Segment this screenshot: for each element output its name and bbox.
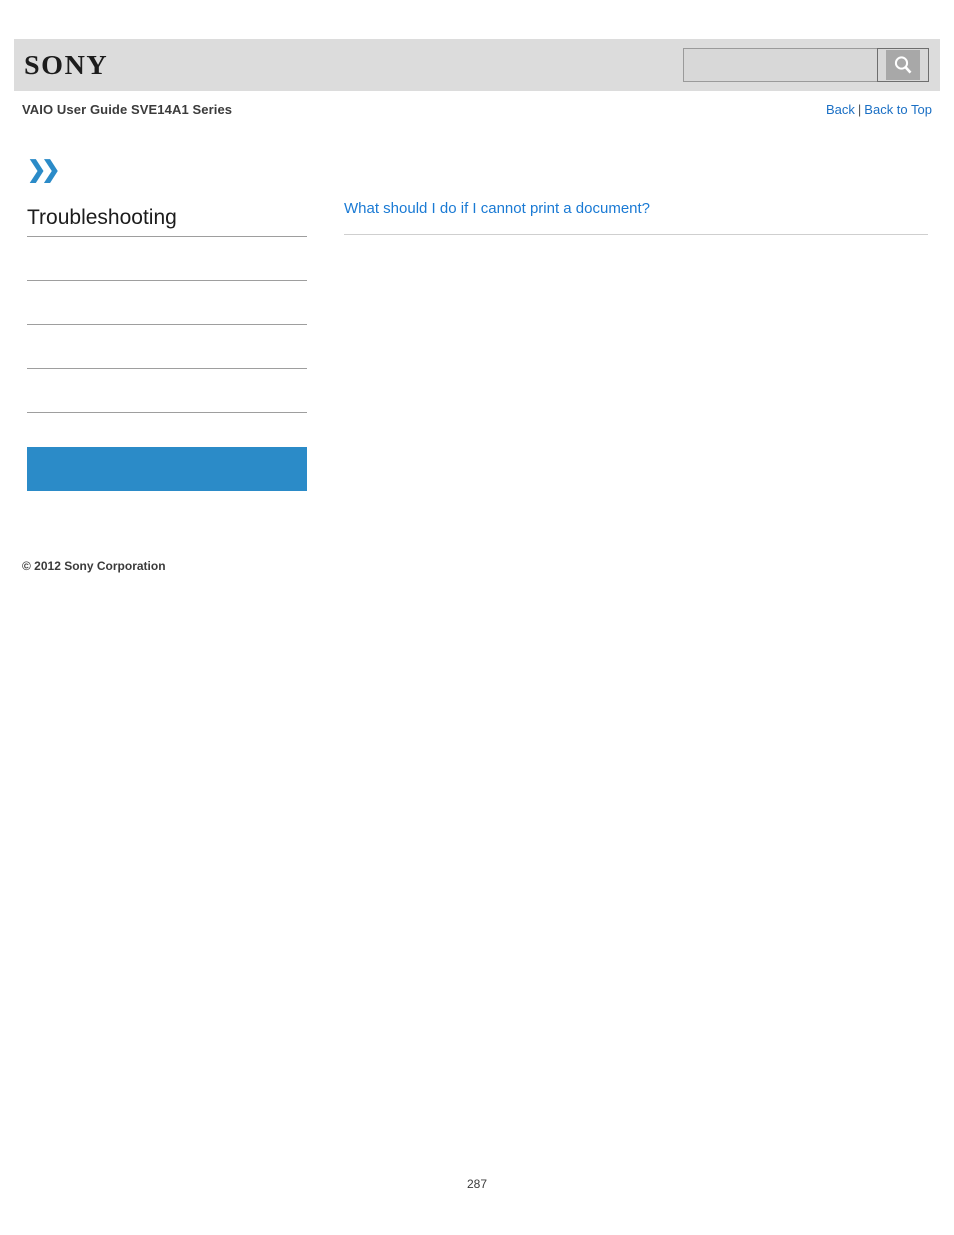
search-area (683, 48, 929, 82)
sidebar-item-1[interactable] (27, 237, 307, 281)
guide-title: VAIO User Guide SVE14A1 Series (22, 102, 233, 117)
site-header: SONY (14, 39, 940, 91)
back-to-top-link[interactable]: Back to Top (864, 102, 932, 117)
search-button[interactable] (877, 48, 929, 82)
main-content: What should I do if I cannot print a doc… (344, 198, 928, 235)
topic-link-print-document[interactable]: What should I do if I cannot print a doc… (344, 198, 928, 220)
sidebar-item-4[interactable] (27, 369, 307, 413)
sidebar: ❯❯ Troubleshooting (27, 158, 307, 491)
sidebar-item-selected[interactable] (27, 447, 307, 491)
page-title: Troubleshooting (27, 204, 307, 237)
sidebar-item-2[interactable] (27, 281, 307, 325)
search-icon (886, 50, 920, 80)
topic-divider (344, 234, 928, 235)
sony-logo: SONY (24, 50, 109, 80)
double-chevron-right-icon[interactable]: ❯❯ (27, 158, 307, 184)
back-link[interactable]: Back (826, 102, 855, 117)
copyright-notice: © 2012 Sony Corporation (22, 559, 166, 573)
sidebar-item-3[interactable] (27, 325, 307, 369)
search-input[interactable] (683, 48, 877, 82)
page-number: 287 (466, 1177, 488, 1191)
header-nav-links: Back | Back to Top (826, 102, 932, 117)
link-separator: | (857, 102, 862, 117)
